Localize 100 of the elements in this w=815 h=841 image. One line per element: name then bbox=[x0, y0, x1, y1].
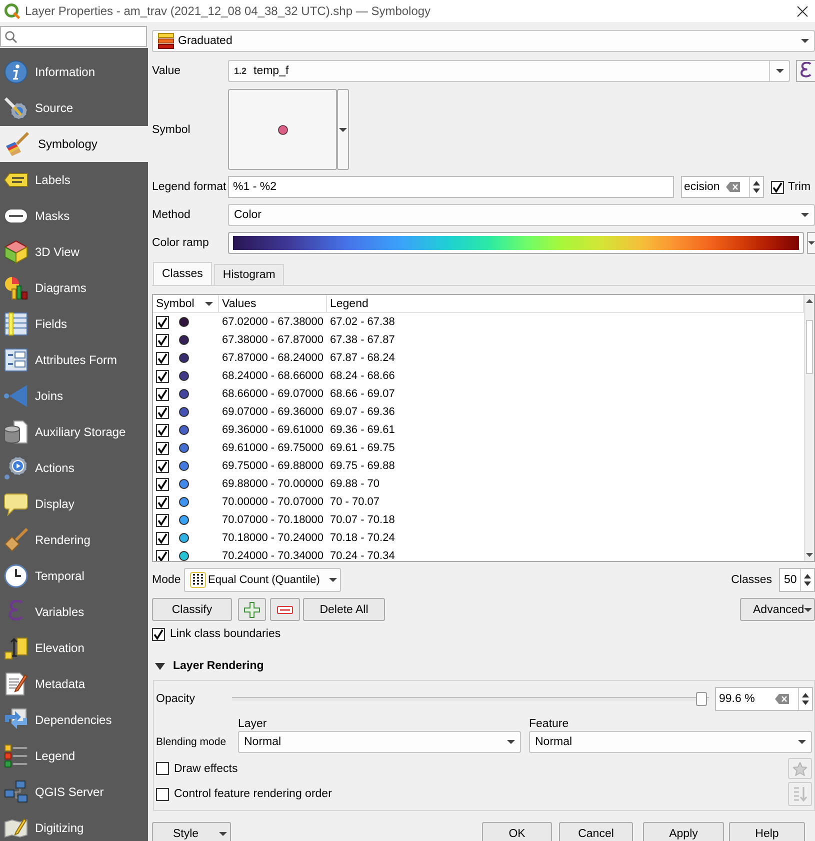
checkbox[interactable] bbox=[156, 532, 169, 544]
scroll-up-icon[interactable] bbox=[806, 299, 813, 303]
checkbox[interactable] bbox=[156, 442, 169, 454]
sidebar-item[interactable]: Variables bbox=[0, 594, 148, 630]
sidebar-item[interactable]: Symbology bbox=[0, 126, 148, 162]
sidebar-item[interactable]: Attributes Form bbox=[0, 342, 148, 378]
sidebar-item[interactable]: QGIS Server bbox=[0, 774, 148, 810]
checkbox[interactable] bbox=[156, 788, 169, 800]
values-cell: 67.02000 - 67.38000 bbox=[222, 315, 324, 329]
checkbox[interactable] bbox=[152, 628, 165, 640]
values-cell: 68.66000 - 69.07000 bbox=[222, 387, 324, 401]
values-cell: 69.07000 - 69.36000 bbox=[222, 405, 324, 419]
sidebar-item[interactable]: Display bbox=[0, 486, 148, 522]
caret-icon bbox=[798, 740, 806, 744]
search-field[interactable] bbox=[0, 26, 147, 47]
legend-cell: 67.87 - 68.24 bbox=[330, 351, 395, 365]
style-button[interactable]: Style bbox=[152, 822, 231, 841]
sidebar-item[interactable]: Diagrams bbox=[0, 270, 148, 306]
checkbox[interactable] bbox=[156, 334, 169, 346]
help-button[interactable]: Help bbox=[729, 822, 805, 841]
checkbox[interactable] bbox=[156, 424, 169, 436]
classes-spinbox[interactable]: 50 bbox=[779, 568, 815, 592]
values-cell: 67.87000 - 68.24000 bbox=[222, 351, 324, 365]
layer-blend-dropdown[interactable]: Normal bbox=[238, 731, 521, 753]
vertical-scrollbar[interactable] bbox=[804, 295, 814, 561]
spin-arrows-icon[interactable] bbox=[753, 180, 760, 194]
checkbox[interactable] bbox=[156, 496, 169, 508]
legend-cell: 69.36 - 69.61 bbox=[330, 423, 395, 437]
spin-arrows-icon[interactable] bbox=[804, 573, 811, 587]
column-header[interactable]: Values bbox=[219, 295, 327, 312]
section-header[interactable]: Layer Rendering bbox=[152, 658, 264, 674]
sidebar-item[interactable]: Labels bbox=[0, 162, 148, 198]
caret-icon bbox=[801, 39, 809, 43]
legend-cell: 70.18 - 70.24 bbox=[330, 531, 395, 545]
checkbox[interactable] bbox=[156, 316, 169, 328]
sidebar-item[interactable]: Auxiliary Storage bbox=[0, 414, 148, 450]
sidebar-item[interactable]: Masks bbox=[0, 198, 148, 234]
sidebar-item[interactable]: Joins bbox=[0, 378, 148, 414]
color-ramp-button[interactable] bbox=[228, 232, 804, 254]
checkmark-icon bbox=[157, 334, 168, 346]
delete-all-button[interactable]: Delete All bbox=[303, 598, 385, 621]
values-cell: 69.75000 - 69.88000 bbox=[222, 459, 324, 473]
field-label: Color ramp bbox=[152, 237, 210, 249]
scrollbar-thumb[interactable] bbox=[806, 320, 813, 374]
remove-class-button[interactable] bbox=[270, 598, 300, 621]
legend-format-field[interactable]: %1 - %2 bbox=[228, 176, 674, 198]
minus-icon bbox=[277, 606, 293, 614]
slider-handle[interactable] bbox=[696, 692, 708, 706]
sidebar-item[interactable]: Information bbox=[0, 54, 148, 90]
checkbox[interactable] bbox=[156, 406, 169, 418]
apply-button[interactable]: Apply bbox=[643, 822, 724, 841]
values-cell: 67.38000 - 67.87000 bbox=[222, 333, 324, 347]
mode-dropdown[interactable]: Equal Count (Quantile) bbox=[184, 568, 341, 592]
sidebar-item[interactable]: Source bbox=[0, 90, 148, 126]
checkbox[interactable] bbox=[156, 762, 169, 775]
checkbox[interactable] bbox=[156, 514, 169, 526]
checkbox-label: Control feature rendering order bbox=[174, 788, 332, 800]
add-class-button[interactable] bbox=[238, 598, 266, 621]
tab[interactable]: Classes bbox=[153, 262, 212, 285]
opacity-spinbox[interactable]: 99.6 % bbox=[715, 687, 813, 711]
checkbox[interactable] bbox=[156, 370, 169, 382]
sidebar-item[interactable]: Legend bbox=[0, 738, 148, 774]
checkmark-icon bbox=[157, 352, 168, 364]
legend-cell: 69.75 - 69.88 bbox=[330, 459, 395, 473]
checkbox[interactable] bbox=[156, 478, 169, 490]
ok-button[interactable]: OK bbox=[482, 822, 552, 841]
values-cell: 69.36000 - 69.61000 bbox=[222, 423, 324, 437]
renderer-dropdown[interactable]: Graduated bbox=[152, 30, 815, 52]
sidebar-item[interactable]: Temporal bbox=[0, 558, 148, 594]
sidebar-item[interactable]: Fields bbox=[0, 306, 148, 342]
field-label: Legend format bbox=[152, 181, 228, 193]
advanced-button[interactable]: Advanced bbox=[740, 598, 815, 621]
feature-blend-dropdown[interactable]: Normal bbox=[529, 731, 812, 753]
method-dropdown[interactable]: Color bbox=[228, 204, 815, 226]
checkbox[interactable] bbox=[156, 352, 169, 364]
cancel-button[interactable]: Cancel bbox=[559, 822, 633, 841]
checkmark-icon bbox=[157, 460, 168, 472]
sidebar-item[interactable]: Actions bbox=[0, 450, 148, 486]
classify-button[interactable]: Classify bbox=[152, 598, 232, 621]
checkbox[interactable] bbox=[156, 388, 169, 400]
checkbox[interactable] bbox=[156, 460, 169, 472]
column-header[interactable]: Symbol bbox=[153, 295, 219, 312]
clear-icon[interactable] bbox=[775, 694, 789, 704]
expression-button[interactable] bbox=[796, 60, 815, 82]
scroll-down-icon[interactable] bbox=[806, 553, 813, 557]
sidebar-item[interactable]: Elevation bbox=[0, 630, 148, 666]
color-ramp-menu-button[interactable] bbox=[807, 232, 815, 254]
sidebar-item[interactable]: Metadata bbox=[0, 666, 148, 702]
sidebar-item[interactable]: Rendering bbox=[0, 522, 148, 558]
clear-icon[interactable] bbox=[726, 182, 740, 192]
checkbox-label: Trim bbox=[788, 181, 811, 193]
value-field-dropdown[interactable]: 1.2 temp_f bbox=[228, 60, 790, 82]
precision-spinbox[interactable]: ecision bbox=[681, 176, 764, 198]
spin-arrows-icon[interactable] bbox=[802, 692, 809, 706]
sidebar-item[interactable]: 3D View bbox=[0, 234, 148, 270]
sidebar-item[interactable]: Digitizing bbox=[0, 810, 148, 841]
tab[interactable]: Histogram bbox=[214, 264, 284, 285]
checkbox[interactable] bbox=[156, 550, 169, 561]
sidebar-item[interactable]: Dependencies bbox=[0, 702, 148, 738]
checkbox[interactable] bbox=[771, 180, 784, 194]
